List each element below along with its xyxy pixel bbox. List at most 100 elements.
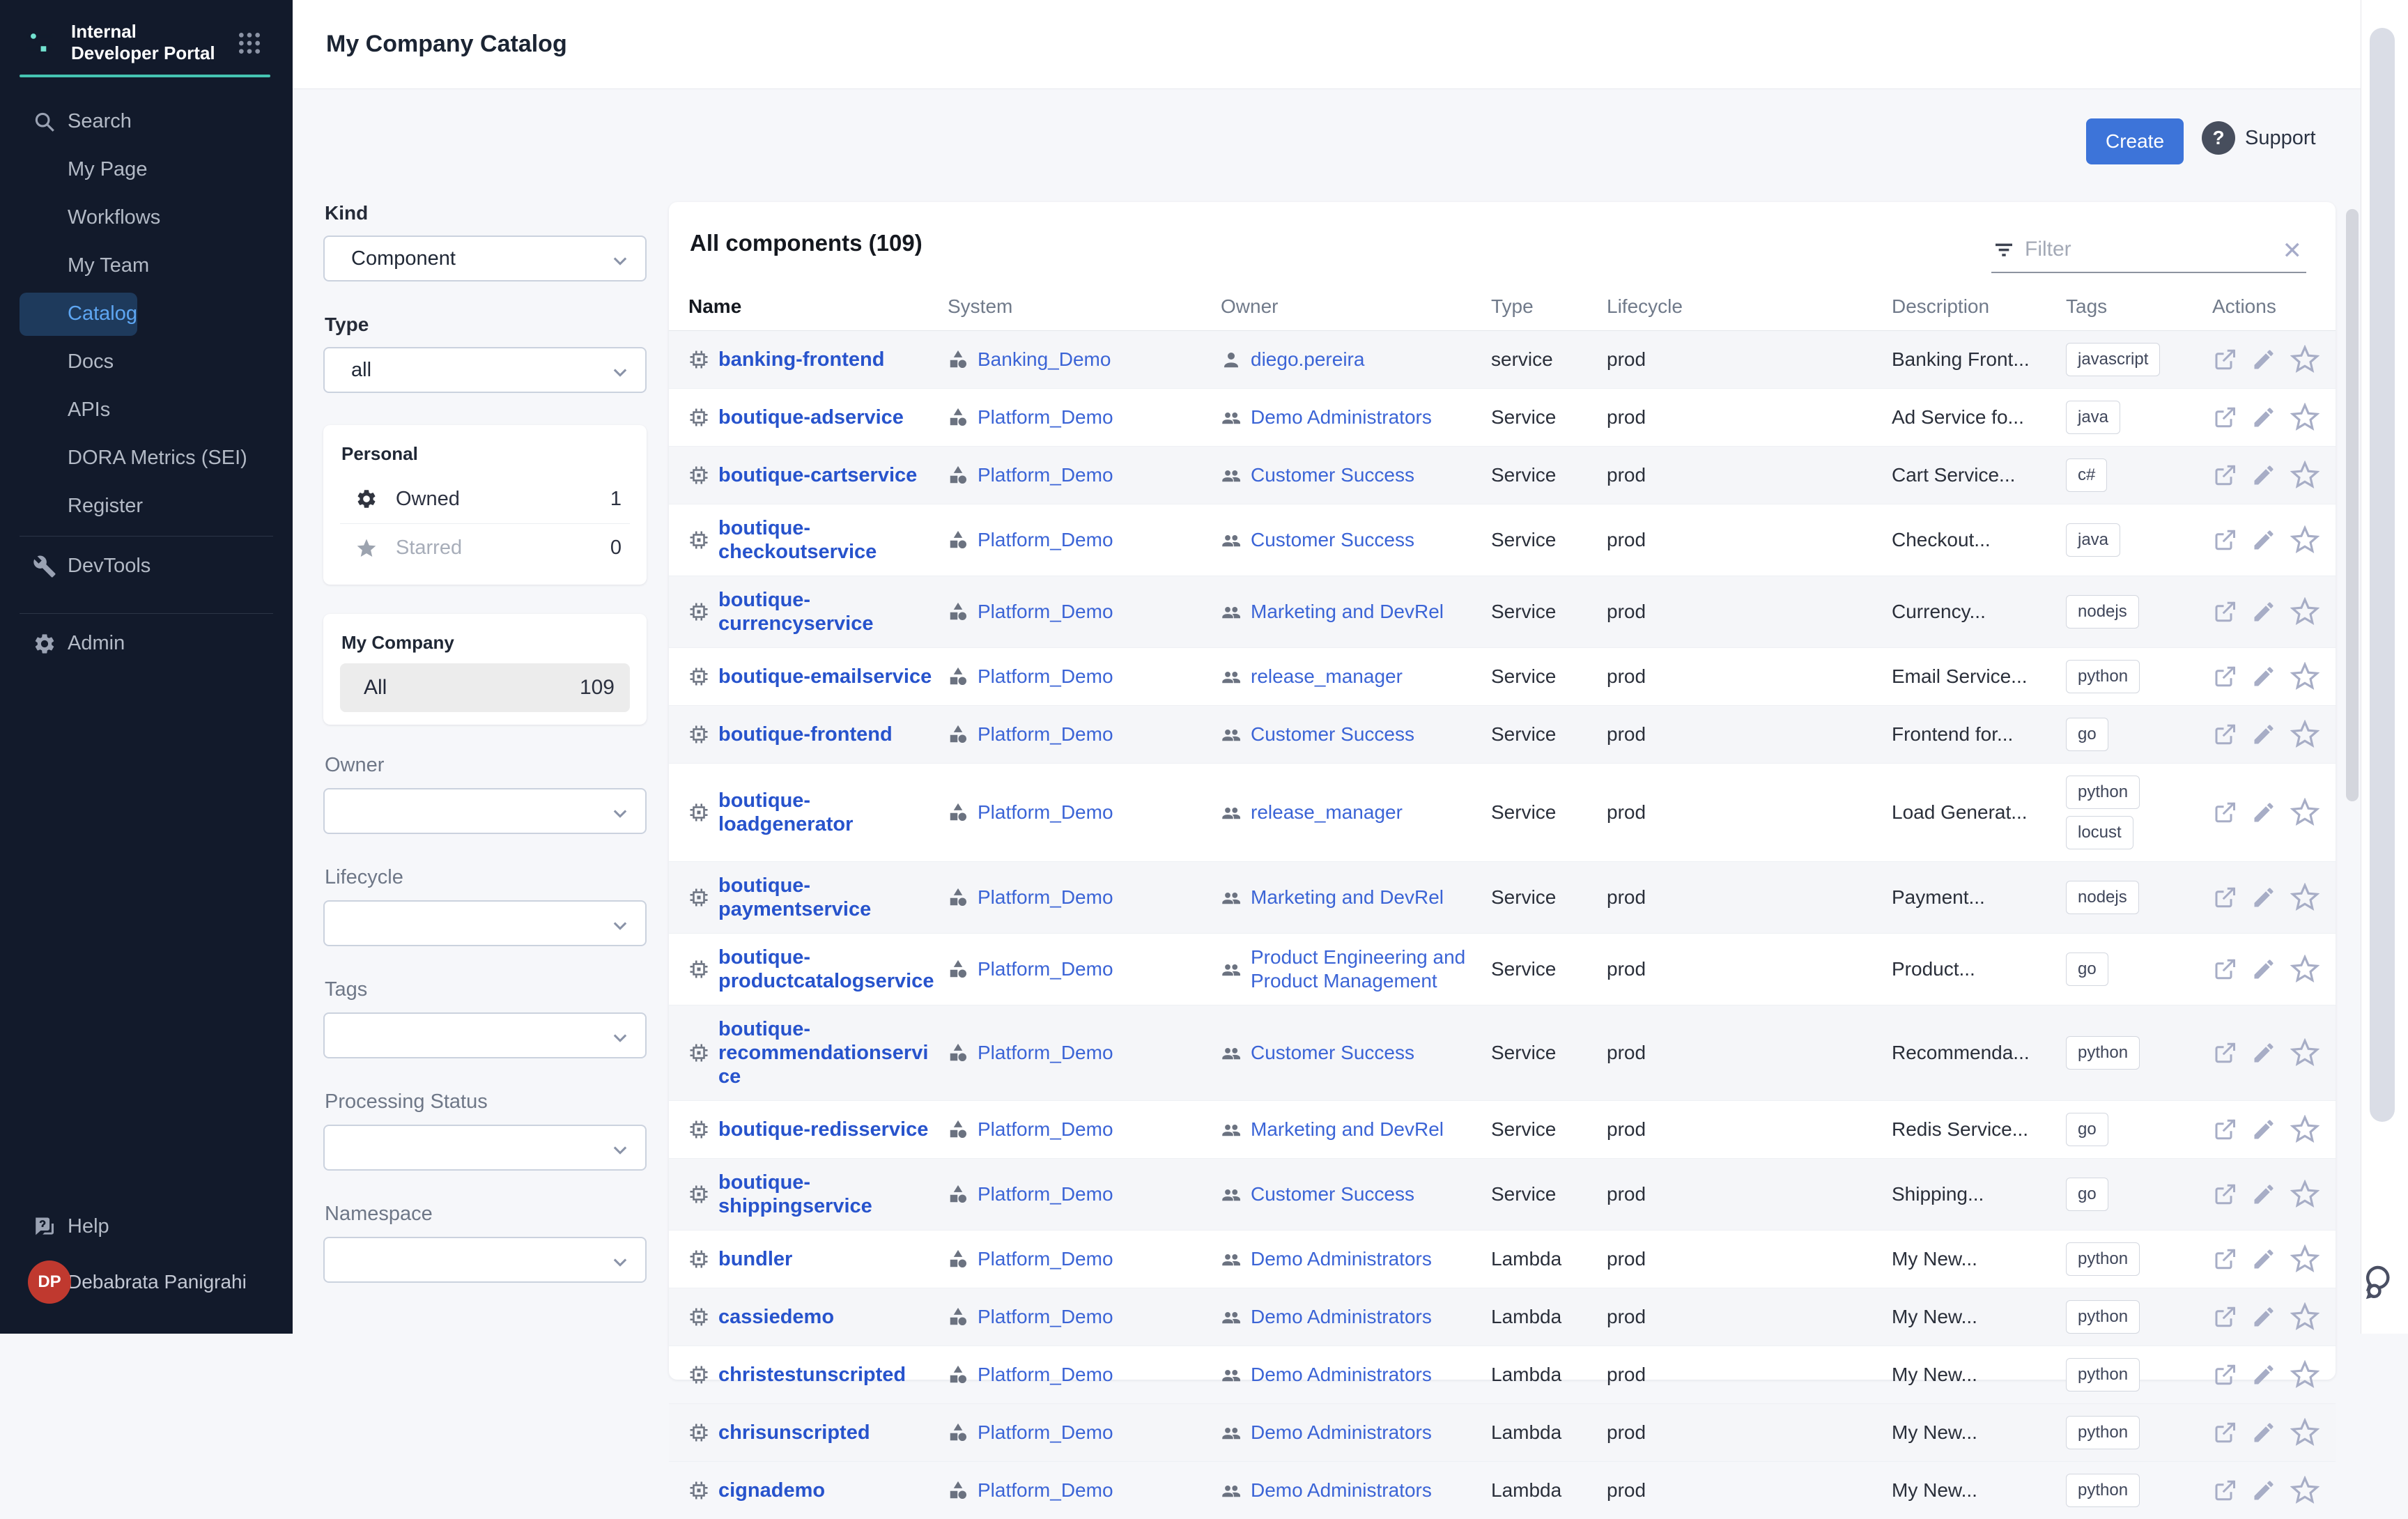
component-name-link[interactable]: boutique-adservice xyxy=(718,406,904,429)
component-name-link[interactable]: cassiedemo xyxy=(718,1305,834,1329)
system-link[interactable]: Platform_Demo xyxy=(978,801,1113,824)
owner-link[interactable]: Demo Administrators xyxy=(1251,1479,1432,1502)
star-outline-icon[interactable] xyxy=(2290,1115,2320,1144)
star-outline-icon[interactable] xyxy=(2290,720,2320,749)
owner-link[interactable]: Customer Success xyxy=(1251,1041,1414,1065)
open-in-new-icon[interactable] xyxy=(2212,1420,2237,1445)
support-button[interactable]: ? Support xyxy=(2202,121,2316,155)
table-scrollbar-thumb[interactable] xyxy=(2346,209,2359,801)
system-link[interactable]: Platform_Demo xyxy=(978,1247,1113,1271)
component-name-link[interactable]: boutique-emailservice xyxy=(718,665,932,688)
open-in-new-icon[interactable] xyxy=(2212,885,2237,910)
table-filter-input[interactable] xyxy=(2025,234,2262,265)
component-name-link[interactable]: boutique-redisservice xyxy=(718,1118,928,1141)
open-in-new-icon[interactable] xyxy=(2212,1247,2237,1272)
owner-select[interactable] xyxy=(323,788,647,834)
star-outline-icon[interactable] xyxy=(2290,345,2320,374)
edit-pencil-icon[interactable] xyxy=(2251,885,2276,910)
owner-link[interactable]: diego.pereira xyxy=(1251,348,1364,371)
sidebar-item-search[interactable]: Search xyxy=(0,98,293,146)
component-name-link[interactable]: banking-frontend xyxy=(718,348,884,371)
open-in-new-icon[interactable] xyxy=(2212,1182,2237,1207)
namespace-select[interactable] xyxy=(323,1237,647,1283)
column-header-tags[interactable]: Tags xyxy=(2066,295,2212,318)
edit-pencil-icon[interactable] xyxy=(2251,1420,2276,1445)
clear-filter-icon[interactable]: ✕ xyxy=(2283,237,2303,265)
tags-select[interactable] xyxy=(323,1012,647,1058)
edit-pencil-icon[interactable] xyxy=(2251,405,2276,430)
star-outline-icon[interactable] xyxy=(2290,525,2320,555)
owner-link[interactable]: Customer Success xyxy=(1251,1182,1414,1206)
sidebar-item-my-page[interactable]: My Page xyxy=(0,146,293,194)
system-link[interactable]: Platform_Demo xyxy=(978,600,1113,624)
owner-link[interactable]: Demo Administrators xyxy=(1251,1421,1432,1444)
open-in-new-icon[interactable] xyxy=(2212,527,2237,553)
owner-link[interactable]: Demo Administrators xyxy=(1251,1305,1432,1329)
open-in-new-icon[interactable] xyxy=(2212,722,2237,747)
support-chat-icon[interactable] xyxy=(2362,1263,2401,1302)
open-in-new-icon[interactable] xyxy=(2212,1304,2237,1329)
sidebar-item-apis[interactable]: APIs xyxy=(0,386,293,434)
system-link[interactable]: Platform_Demo xyxy=(978,957,1113,981)
star-outline-icon[interactable] xyxy=(2290,798,2320,827)
component-name-link[interactable]: chrisunscripted xyxy=(718,1421,870,1444)
component-name-link[interactable]: boutique-recommendationservice xyxy=(718,1017,938,1088)
component-name-link[interactable]: bundler xyxy=(718,1247,792,1271)
sidebar-item-register[interactable]: Register xyxy=(0,482,293,530)
sidebar-item-workflows[interactable]: Workflows xyxy=(0,194,293,242)
open-in-new-icon[interactable] xyxy=(2212,1478,2237,1503)
window-scrollbar-track[interactable] xyxy=(2361,0,2408,1334)
edit-pencil-icon[interactable] xyxy=(2251,800,2276,825)
owner-link[interactable]: Demo Administrators xyxy=(1251,1363,1432,1387)
component-name-link[interactable]: boutique-checkoutservice xyxy=(718,516,938,564)
kind-select[interactable]: Component xyxy=(323,236,647,282)
column-header-description[interactable]: Description xyxy=(1892,295,2066,318)
create-button[interactable]: Create xyxy=(2086,118,2184,164)
star-outline-icon[interactable] xyxy=(2290,1418,2320,1447)
column-header-type[interactable]: Type xyxy=(1491,295,1607,318)
system-link[interactable]: Platform_Demo xyxy=(978,1041,1113,1065)
component-name-link[interactable]: boutique-frontend xyxy=(718,723,893,746)
column-header-system[interactable]: System xyxy=(948,295,1221,318)
component-name-link[interactable]: boutique-shippingservice xyxy=(718,1171,938,1218)
window-scrollbar-thumb[interactable] xyxy=(2370,28,2395,1122)
owner-link[interactable]: release_manager xyxy=(1251,665,1403,688)
system-link[interactable]: Platform_Demo xyxy=(978,665,1113,688)
open-in-new-icon[interactable] xyxy=(2212,800,2237,825)
component-name-link[interactable]: boutique-cartservice xyxy=(718,463,917,487)
lifecycle-select[interactable] xyxy=(323,900,647,946)
edit-pencil-icon[interactable] xyxy=(2251,664,2276,689)
component-name-link[interactable]: boutique-currencyservice xyxy=(718,588,938,635)
star-outline-icon[interactable] xyxy=(2290,403,2320,432)
open-in-new-icon[interactable] xyxy=(2212,405,2237,430)
edit-pencil-icon[interactable] xyxy=(2251,463,2276,488)
system-link[interactable]: Platform_Demo xyxy=(978,1305,1113,1329)
system-link[interactable]: Platform_Demo xyxy=(978,723,1113,746)
edit-pencil-icon[interactable] xyxy=(2251,957,2276,982)
open-in-new-icon[interactable] xyxy=(2212,599,2237,624)
component-name-link[interactable]: boutique-loadgenerator xyxy=(718,789,938,836)
sidebar-item-devtools[interactable]: DevTools xyxy=(0,542,293,590)
owner-link[interactable]: Marketing and DevRel xyxy=(1251,1118,1444,1141)
edit-pencil-icon[interactable] xyxy=(2251,1247,2276,1272)
component-name-link[interactable]: boutique-productcatalogservice xyxy=(718,946,938,993)
star-outline-icon[interactable] xyxy=(2290,1476,2320,1505)
open-in-new-icon[interactable] xyxy=(2212,347,2237,372)
star-outline-icon[interactable] xyxy=(2290,1180,2320,1209)
owner-link[interactable]: Customer Success xyxy=(1251,463,1414,487)
table-filter-field[interactable]: ✕ xyxy=(1991,230,2306,273)
star-outline-icon[interactable] xyxy=(2290,662,2320,691)
component-name-link[interactable]: christestunscripted xyxy=(718,1363,906,1387)
open-in-new-icon[interactable] xyxy=(2212,664,2237,689)
system-link[interactable]: Platform_Demo xyxy=(978,406,1113,429)
sidebar-item-dora-metrics[interactable]: DORA Metrics (SEI) xyxy=(0,434,293,482)
open-in-new-icon[interactable] xyxy=(2212,1117,2237,1142)
sidebar-item-catalog[interactable]: Catalog xyxy=(20,293,137,336)
owner-link[interactable]: Marketing and DevRel xyxy=(1251,600,1444,624)
component-name-link[interactable]: boutique-paymentservice xyxy=(718,874,938,921)
open-in-new-icon[interactable] xyxy=(2212,463,2237,488)
edit-pencil-icon[interactable] xyxy=(2251,527,2276,553)
edit-pencil-icon[interactable] xyxy=(2251,1304,2276,1329)
edit-pencil-icon[interactable] xyxy=(2251,1182,2276,1207)
star-outline-icon[interactable] xyxy=(2290,1244,2320,1274)
